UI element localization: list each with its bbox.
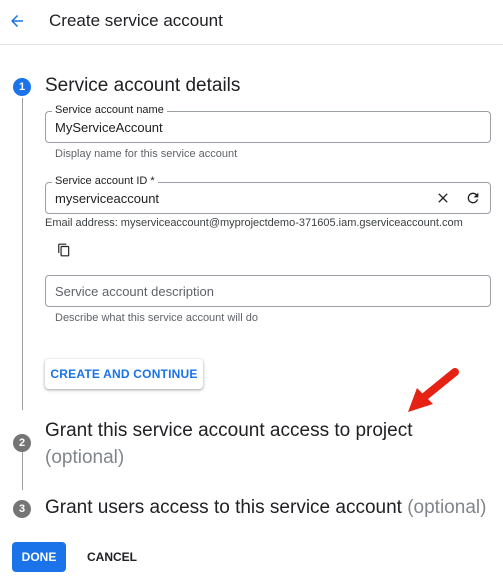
service-account-id-label: Service account ID *: [52, 175, 158, 187]
clear-id-button[interactable]: [432, 187, 454, 209]
copy-email-button[interactable]: [53, 239, 75, 261]
regenerate-id-button[interactable]: [462, 187, 484, 209]
close-icon: [438, 193, 448, 203]
step-3-indicator: 3: [13, 500, 31, 518]
service-account-name-field[interactable]: Service account name MyServiceAccount: [45, 104, 491, 143]
service-account-description-hint: Describe what this service account will …: [55, 312, 258, 324]
red-arrow-annotation-icon: [408, 368, 459, 412]
service-account-name-hint: Display name for this service account: [55, 148, 238, 160]
app-header: Create service account: [0, 0, 503, 45]
service-account-name-value: MyServiceAccount: [55, 120, 163, 135]
step-2-title[interactable]: Grant this service account access to pro…: [45, 420, 413, 442]
refresh-icon: [467, 192, 479, 204]
page-title: Create service account: [49, 11, 223, 30]
step-2-indicator: 2: [13, 434, 31, 452]
step-2-optional: (optional): [45, 447, 125, 468]
copy-icon: [58, 243, 70, 257]
step-3-heading[interactable]: Grant users access to this service accou…: [45, 497, 486, 519]
step-3-title: Grant users access to this service accou…: [45, 497, 402, 518]
step-rail-1: [22, 98, 23, 410]
step-1-title: Service account details: [45, 75, 241, 96]
service-account-description-field[interactable]: Service account description: [45, 275, 491, 307]
cancel-button[interactable]: CANCEL: [82, 542, 142, 572]
service-account-id-value: myserviceaccount: [55, 191, 160, 206]
service-account-description-placeholder: Service account description: [55, 284, 214, 299]
service-account-name-label: Service account name: [52, 104, 167, 116]
back-button[interactable]: [6, 10, 28, 32]
step-3-optional: (optional): [407, 497, 487, 518]
arrow-back-icon: [11, 15, 23, 27]
step-1-indicator: 1: [13, 78, 31, 96]
service-account-id-field[interactable]: Service account ID * myserviceaccount: [45, 175, 491, 214]
service-account-email: Email address: myserviceaccount@myprojec…: [45, 217, 463, 229]
step-rail-2: [22, 452, 23, 490]
done-button[interactable]: DONE: [12, 542, 66, 572]
create-and-continue-button[interactable]: CREATE AND CONTINUE: [45, 359, 203, 389]
